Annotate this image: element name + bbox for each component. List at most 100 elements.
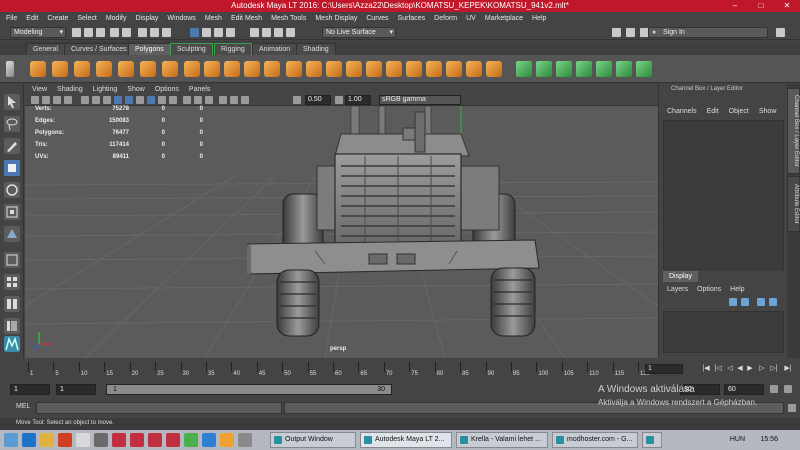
menu-channel-edit[interactable]: Edit (707, 108, 719, 115)
menu-select[interactable]: Select (77, 15, 96, 22)
shelf-options-icon[interactable] (6, 61, 14, 77)
menu-deform[interactable]: Deform (434, 15, 457, 22)
range-bar[interactable]: 1 30 (106, 384, 392, 395)
auto-map-icon[interactable] (596, 61, 612, 77)
single-view-icon[interactable] (4, 252, 20, 268)
gamma-icon[interactable] (335, 96, 343, 104)
play-forward-icon[interactable]: ▶ (746, 364, 754, 373)
move-tool-icon[interactable] (4, 160, 20, 176)
maximize-button[interactable]: □ (748, 0, 774, 12)
save-scene-icon[interactable] (96, 28, 105, 37)
spherical-map-icon[interactable] (576, 61, 592, 77)
menu-edit-mesh[interactable]: Edit Mesh (231, 15, 262, 22)
poly-plane-icon[interactable] (118, 61, 134, 77)
exposure-field[interactable]: 0.50 (305, 95, 331, 105)
split-view-icon[interactable] (4, 296, 20, 312)
tab-animation[interactable]: Animation (252, 43, 298, 55)
vp-menu-show[interactable]: Show (127, 86, 145, 93)
menu-curves[interactable]: Curves (366, 15, 388, 22)
fill-hole-icon[interactable] (406, 61, 422, 77)
poly-pipe-icon[interactable] (162, 61, 178, 77)
snap-plane-icon[interactable] (286, 28, 295, 37)
resolution-gate-icon[interactable] (103, 96, 111, 104)
current-frame-field[interactable]: 1 (645, 364, 683, 374)
poly-cube-icon[interactable] (52, 61, 68, 77)
tab-rigging[interactable]: Rigging (214, 43, 252, 55)
menu-mesh[interactable]: Mesh (205, 15, 222, 22)
sign-in-field[interactable]: Sign In (648, 27, 768, 38)
target-weld-icon[interactable] (366, 61, 382, 77)
render-frame-icon[interactable] (612, 28, 621, 37)
vp-menu-options[interactable]: Options (155, 86, 179, 93)
taskbar-output-window[interactable]: Output Window (270, 432, 356, 448)
taskbar-app-icon[interactable] (94, 433, 108, 447)
vp-menu-panels[interactable]: Panels (189, 86, 210, 93)
taskbar-extra[interactable] (642, 432, 662, 448)
poly-platonic-icon[interactable] (184, 61, 200, 77)
go-to-end-icon[interactable]: ▶| (784, 364, 792, 373)
isolate-select-icon[interactable] (219, 96, 227, 104)
image-plane-icon[interactable] (53, 96, 61, 104)
taskbar-modhoster[interactable]: modhoster.com - G... (552, 432, 638, 448)
tab-polygons[interactable]: Polygons (128, 43, 171, 55)
multi-cut-icon[interactable] (346, 61, 362, 77)
layer-move-up-icon[interactable] (729, 298, 737, 306)
undo-icon[interactable] (110, 28, 119, 37)
outliner-view-icon[interactable] (4, 318, 20, 334)
snap-grid-icon[interactable] (250, 28, 259, 37)
taskbar-app-icon[interactable] (148, 433, 162, 447)
menu-layer-help[interactable]: Help (730, 286, 744, 293)
select-hierarchy-icon[interactable] (138, 28, 147, 37)
menu-mesh-tools[interactable]: Mesh Tools (271, 15, 306, 22)
new-layer-icon[interactable] (757, 298, 765, 306)
colorspace-dropdown[interactable]: sRGB gamma (379, 95, 461, 105)
use-all-lights-icon[interactable] (158, 96, 166, 104)
boolean-icon[interactable] (264, 61, 280, 77)
two-d-pan-icon[interactable] (64, 96, 72, 104)
select-object-icon[interactable] (150, 28, 159, 37)
combine-icon[interactable] (204, 61, 220, 77)
taskbar-app-icon[interactable] (166, 433, 180, 447)
wireframe-on-shaded-icon[interactable] (136, 96, 144, 104)
start-icon[interactable] (4, 433, 18, 447)
ie-icon[interactable] (22, 433, 36, 447)
command-input[interactable] (36, 402, 282, 414)
poly-cylinder-icon[interactable] (74, 61, 90, 77)
anti-aliasing-icon[interactable] (205, 96, 213, 104)
new-scene-icon[interactable] (72, 28, 81, 37)
snap-point-icon[interactable] (274, 28, 283, 37)
scale-tool-icon[interactable] (4, 204, 20, 220)
select-component-icon[interactable] (162, 28, 171, 37)
tab-curves-surfaces[interactable]: Curves / Surfaces (64, 43, 134, 55)
perspective-viewport[interactable]: View Shading Lighting Show Options Panel… (25, 84, 658, 358)
menu-show[interactable]: Show (759, 108, 777, 115)
shadows-icon[interactable] (169, 96, 177, 104)
step-back-key-icon[interactable]: |◁ (714, 364, 722, 373)
minimize-button[interactable]: – (722, 0, 748, 12)
playback-start-field[interactable]: 1 (56, 384, 96, 395)
menu-layers[interactable]: Layers (667, 286, 688, 293)
snap-curve-icon[interactable] (262, 28, 271, 37)
screen-space-ao-icon[interactable] (183, 96, 191, 104)
mode-dropdown[interactable]: Modeling (10, 27, 66, 38)
taskbar-app-icon[interactable] (76, 433, 90, 447)
tab-general[interactable]: General (26, 43, 65, 55)
language-indicator[interactable]: HUN (730, 436, 745, 443)
collapse-icon[interactable] (446, 61, 462, 77)
vp-menu-shading[interactable]: Shading (57, 86, 83, 93)
paint-select-tool-icon[interactable] (4, 138, 20, 154)
auto-key-icon[interactable] (770, 385, 778, 393)
extrude-icon[interactable] (286, 61, 302, 77)
taskbar-app-icon[interactable] (130, 433, 144, 447)
tab-sculpting[interactable]: Sculpting (170, 43, 213, 55)
poly-torus-icon[interactable] (140, 61, 156, 77)
chrome-icon[interactable] (184, 433, 198, 447)
poly-sphere-icon[interactable] (30, 61, 46, 77)
smooth-icon[interactable] (244, 61, 260, 77)
taskbar-app-icon[interactable] (238, 433, 252, 447)
wireframe-icon[interactable] (114, 96, 122, 104)
taskbar-app-icon[interactable] (112, 433, 126, 447)
redo-icon[interactable] (122, 28, 131, 37)
vp-menu-lighting[interactable]: Lighting (93, 86, 118, 93)
menu-marketplace[interactable]: Marketplace (485, 15, 523, 22)
